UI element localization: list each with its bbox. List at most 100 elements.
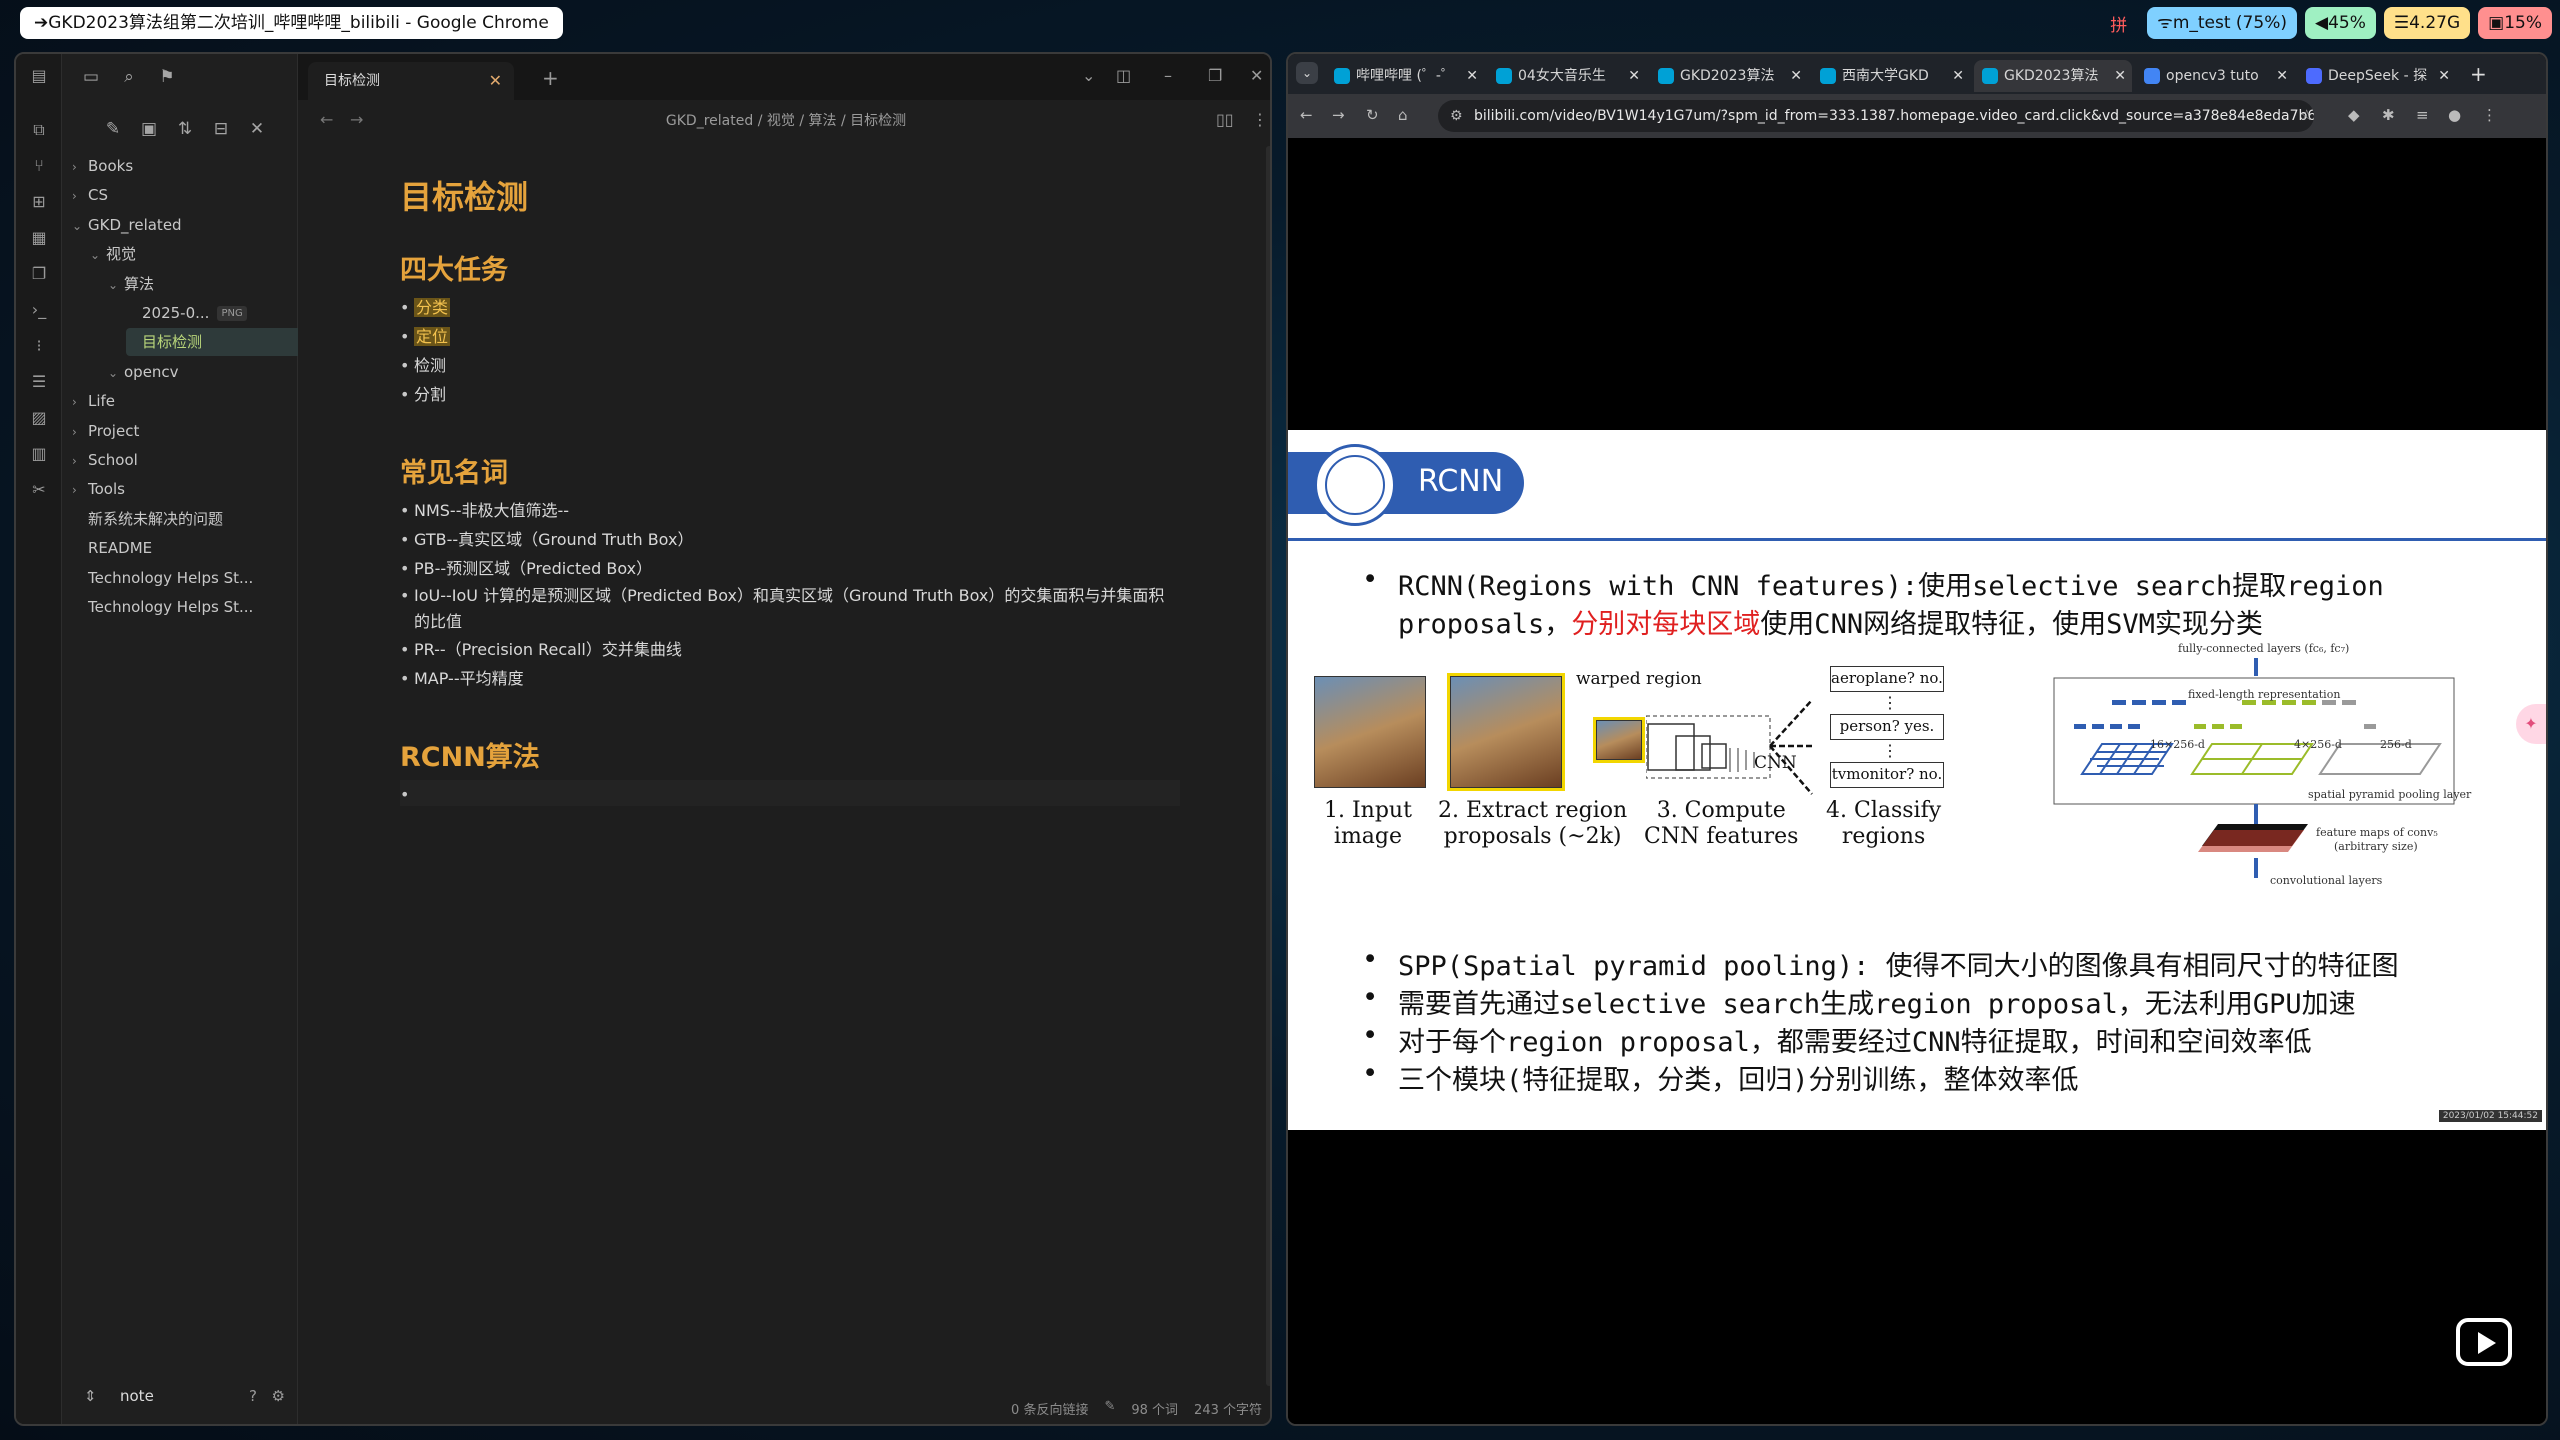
chrome-tab[interactable]: 04女大音乐生 ✕ bbox=[1488, 60, 1646, 92]
split-view-icon[interactable]: ◫ bbox=[1116, 66, 1131, 85]
file-tree-item[interactable]: › CS bbox=[72, 181, 262, 209]
daily-note-icon[interactable]: ▦ bbox=[29, 228, 49, 248]
close-tab-icon[interactable]: ✕ bbox=[2114, 60, 2126, 92]
graph-view-icon[interactable]: ⑂ bbox=[29, 156, 49, 176]
file-tree-item[interactable]: › Books bbox=[72, 152, 262, 180]
new-tab-icon[interactable]: + bbox=[542, 66, 559, 90]
home-icon[interactable]: ⌂ bbox=[1398, 106, 1408, 124]
back-arrow-icon[interactable]: ← bbox=[1300, 106, 1313, 124]
sidebar-toggle-icon[interactable]: ▤ bbox=[29, 66, 49, 86]
backlinks-count[interactable]: 0 条反向链接 bbox=[1011, 1399, 1088, 1418]
chrome-tab[interactable]: GKD2023算法 ✕ bbox=[1650, 60, 1808, 92]
file-tree-item[interactable]: ⌄ opencv bbox=[108, 358, 298, 386]
file-tree-item[interactable]: ⌄ GKD_related bbox=[72, 211, 262, 239]
wifi-status[interactable]: ᯤm_test (75%) bbox=[2147, 7, 2297, 39]
open-quick-switcher-icon[interactable]: ⧉ bbox=[29, 120, 49, 140]
reload-icon[interactable]: ↻ bbox=[1366, 106, 1379, 124]
file-tree-item[interactable]: README bbox=[72, 534, 262, 562]
file-tree-item[interactable]: ⌄ 算法 bbox=[108, 270, 298, 298]
scrollbar[interactable] bbox=[1266, 146, 1270, 1386]
edit-icon[interactable]: ✎ bbox=[1104, 1399, 1115, 1418]
chevron-right-icon[interactable]: › bbox=[72, 447, 88, 475]
close-panel-icon[interactable]: ✕ bbox=[246, 118, 268, 140]
reading-view-icon[interactable]: ▯▯ bbox=[1216, 110, 1234, 129]
file-tree-item[interactable]: 2025-0... PNG bbox=[126, 299, 316, 327]
ime-indicator[interactable]: 拼 bbox=[2110, 11, 2127, 36]
breadcrumb-item[interactable]: 视觉 bbox=[767, 113, 795, 129]
more-options-icon[interactable]: ⋮ bbox=[1252, 110, 1268, 129]
bookmark-icon[interactable]: ⚑ bbox=[156, 66, 178, 88]
breadcrumb-item[interactable]: 目标检测 bbox=[850, 113, 906, 129]
file-tree-item[interactable]: 目标检测 bbox=[126, 328, 316, 357]
tab-list-icon[interactable]: ⌄ bbox=[1082, 66, 1095, 85]
minimize-icon[interactable]: – bbox=[1164, 66, 1172, 85]
file-tree-item[interactable]: ⌄ 视觉 bbox=[90, 240, 280, 268]
chrome-tab[interactable]: GKD2023算法 ✕ bbox=[1974, 60, 2132, 92]
puzzle-icon[interactable]: ✱ bbox=[2382, 106, 2395, 124]
table-icon[interactable]: ▥ bbox=[29, 444, 49, 464]
templates-icon[interactable]: ❐ bbox=[29, 264, 49, 284]
close-tab-icon[interactable]: ✕ bbox=[2438, 60, 2450, 92]
help-icon[interactable]: ? bbox=[249, 1382, 257, 1410]
chevron-right-icon[interactable]: › bbox=[72, 388, 88, 416]
address-bar[interactable]: ⚙ bilibili.com/video/BV1W14y1G7um/?spm_i… bbox=[1438, 100, 2314, 132]
sort-icon[interactable]: ⇅ bbox=[174, 118, 196, 140]
maximize-icon[interactable]: ❐ bbox=[1208, 66, 1222, 85]
close-tab-icon[interactable]: ✕ bbox=[2276, 60, 2288, 92]
chevron-down-icon[interactable]: ⌄ bbox=[108, 359, 124, 387]
close-tab-icon[interactable]: ✕ bbox=[1952, 60, 1964, 92]
chevron-down-icon[interactable]: ⌄ bbox=[72, 212, 88, 240]
file-tree-item[interactable]: › School bbox=[72, 446, 262, 474]
search-icon[interactable]: ⌕ bbox=[118, 66, 140, 88]
chrome-tab[interactable]: 西南大学GKD ✕ bbox=[1812, 60, 1970, 92]
breadcrumb-item[interactable]: GKD_related bbox=[666, 113, 753, 129]
close-tab-icon[interactable]: ✕ bbox=[489, 62, 502, 100]
chevron-right-icon[interactable]: › bbox=[72, 182, 88, 210]
file-tree-item[interactable]: Technology Helps St... bbox=[72, 564, 262, 592]
video-player[interactable]: RCNN • RCNN(Regions with CNN features):使用… bbox=[1288, 138, 2546, 1424]
chevron-down-icon[interactable]: ⌄ bbox=[108, 271, 124, 299]
tools-icon[interactable]: ✂ bbox=[29, 480, 49, 500]
tab-note[interactable]: 目标检测 ✕ bbox=[308, 62, 514, 100]
vault-switcher[interactable]: ⇕ note ? ⚙ bbox=[62, 1382, 297, 1410]
chevron-right-icon[interactable]: › bbox=[72, 476, 88, 504]
outline-icon[interactable]: ⁝ bbox=[29, 336, 49, 356]
folder-icon[interactable]: ▭ bbox=[80, 66, 102, 88]
breadcrumb-item[interactable]: 算法 bbox=[808, 113, 836, 129]
bookmark-star-icon[interactable]: ☆ bbox=[2300, 106, 2313, 124]
profile-avatar-icon[interactable]: ● bbox=[2448, 106, 2461, 124]
chevron-right-icon[interactable]: › bbox=[72, 153, 88, 181]
gear-icon[interactable]: ⚙ bbox=[272, 1382, 285, 1410]
bookmarks-panel-icon[interactable]: ☰ bbox=[29, 372, 49, 392]
chrome-tab[interactable]: 哔哩哔哩 (゜-゜ ✕ bbox=[1326, 60, 1484, 92]
forward-arrow-icon[interactable]: → bbox=[1332, 106, 1345, 124]
collapse-icon[interactable]: ⊟ bbox=[210, 118, 232, 140]
close-tab-icon[interactable]: ✕ bbox=[1466, 60, 1478, 92]
chevron-right-icon[interactable]: › bbox=[72, 418, 88, 446]
file-tree-item[interactable]: 新系统未解决的问题 bbox=[72, 505, 262, 533]
vault-switch-icon[interactable]: ⇕ bbox=[84, 1382, 97, 1410]
site-info-icon[interactable]: ⚙ bbox=[1450, 100, 1463, 132]
canvas-icon[interactable]: ⊞ bbox=[29, 192, 49, 212]
new-note-icon[interactable]: ✎ bbox=[102, 118, 124, 140]
image-icon[interactable]: ▨ bbox=[29, 408, 49, 428]
extension-icon[interactable]: ◆ bbox=[2348, 106, 2360, 124]
chevron-down-icon[interactable]: ⌄ bbox=[90, 241, 106, 269]
chrome-menu-icon[interactable]: ⋮ bbox=[2482, 106, 2497, 124]
file-tree-item[interactable]: Technology Helps St... bbox=[72, 593, 262, 621]
vault-name[interactable]: note bbox=[120, 1382, 154, 1410]
close-window-icon[interactable]: ✕ bbox=[1250, 66, 1263, 85]
media-icon[interactable]: ≡ bbox=[2416, 106, 2429, 124]
close-tab-icon[interactable]: ✕ bbox=[1790, 60, 1802, 92]
chrome-tab[interactable]: opencv3 tuto ✕ bbox=[2136, 60, 2294, 92]
chrome-tab[interactable]: DeepSeek - 探 ✕ bbox=[2298, 60, 2456, 92]
tab-search-icon[interactable]: ⌄ bbox=[1296, 62, 1318, 84]
new-folder-icon[interactable]: ▣ bbox=[138, 118, 160, 140]
new-tab-icon[interactable]: + bbox=[2470, 62, 2487, 86]
file-tree-item[interactable]: › Tools bbox=[72, 475, 262, 503]
bilibili-tv-icon[interactable] bbox=[2456, 1318, 2512, 1366]
file-tree-item[interactable]: › Life bbox=[72, 387, 262, 415]
command-palette-icon[interactable]: ›_ bbox=[29, 300, 49, 320]
close-tab-icon[interactable]: ✕ bbox=[1628, 60, 1640, 92]
note-content[interactable]: 目标检测 四大任务 分类 定位 检测 分割 常见名词 NMS--非极大值筛选--… bbox=[400, 172, 1180, 809]
